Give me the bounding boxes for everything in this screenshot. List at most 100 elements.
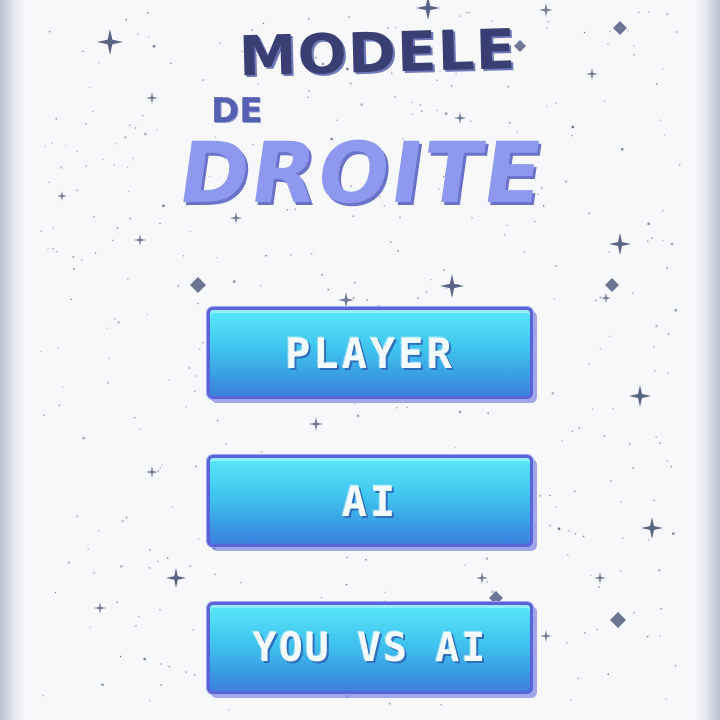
speck-star-icon	[564, 180, 568, 183]
speck-star-icon	[457, 284, 459, 286]
speck-star-icon	[307, 18, 310, 20]
speck-star-icon	[121, 519, 124, 523]
speck-star-icon	[65, 144, 67, 147]
speck-star-icon	[621, 537, 624, 539]
speck-star-icon	[89, 626, 91, 629]
speck-star-icon	[107, 381, 110, 385]
speck-star-icon	[265, 255, 267, 257]
speck-star-icon	[609, 335, 611, 337]
speck-star-icon	[162, 204, 165, 207]
speck-star-icon	[148, 567, 151, 569]
sparkle-star-icon	[134, 234, 146, 246]
you-vs-ai-mode-button[interactable]: YOU VS AI	[207, 602, 533, 694]
sparkle-star-icon	[641, 517, 663, 539]
sparkle-star-icon	[609, 233, 631, 255]
speck-star-icon	[406, 406, 408, 408]
speck-star-icon	[194, 390, 196, 392]
speck-star-icon	[551, 392, 555, 395]
speck-star-icon	[445, 287, 447, 289]
speck-star-icon	[185, 671, 187, 673]
speck-star-icon	[487, 412, 489, 414]
speck-star-icon	[120, 565, 123, 568]
speck-star-icon	[607, 673, 609, 675]
player-mode-button[interactable]: PLAYER	[207, 307, 533, 399]
speck-star-icon	[425, 291, 428, 293]
speck-star-icon	[666, 267, 668, 269]
speck-star-icon	[655, 436, 657, 438]
sparkle-star-icon	[338, 292, 354, 308]
speck-star-icon	[132, 157, 134, 159]
sparkle-star-icon	[440, 274, 464, 298]
speck-star-icon	[117, 321, 120, 324]
speck-star-icon	[653, 499, 655, 502]
speck-star-icon	[345, 300, 348, 302]
speck-star-icon	[662, 209, 664, 212]
speck-star-icon	[659, 442, 661, 444]
speck-star-icon	[135, 625, 137, 627]
speck-star-icon	[468, 12, 470, 14]
speck-star-icon	[195, 465, 197, 468]
speck-star-icon	[119, 655, 122, 658]
diamond-star-icon	[613, 21, 627, 35]
speck-star-icon	[411, 113, 414, 116]
sparkle-star-icon	[629, 385, 651, 407]
speck-star-icon	[52, 226, 54, 229]
speck-star-icon	[547, 21, 550, 23]
sparkle-star-icon	[57, 191, 67, 201]
speck-star-icon	[546, 105, 548, 108]
speck-star-icon	[137, 33, 139, 35]
speck-star-icon	[648, 11, 650, 13]
speck-star-icon	[383, 591, 386, 593]
speck-star-icon	[663, 134, 666, 136]
speck-star-icon	[152, 45, 156, 48]
speck-star-icon	[138, 615, 140, 618]
speck-star-icon	[147, 12, 149, 14]
speck-star-icon	[321, 274, 323, 276]
speck-star-icon	[81, 259, 83, 261]
speck-star-icon	[670, 242, 674, 246]
speck-star-icon	[290, 254, 292, 256]
speck-star-icon	[571, 134, 573, 137]
sparkle-star-icon	[601, 293, 611, 303]
ai-mode-button[interactable]: AI	[207, 455, 533, 547]
speck-star-icon	[658, 569, 661, 572]
speck-star-icon	[159, 467, 161, 469]
speck-star-icon	[54, 591, 57, 594]
sparkle-star-icon	[540, 630, 552, 642]
speck-star-icon	[660, 608, 662, 610]
speck-star-icon	[114, 318, 116, 320]
speck-star-icon	[55, 118, 57, 120]
speck-star-icon	[485, 557, 489, 560]
speck-star-icon	[189, 230, 191, 233]
speck-star-icon	[198, 538, 200, 540]
speck-star-icon	[655, 324, 658, 328]
speck-star-icon	[679, 164, 681, 166]
sparkle-star-icon	[539, 3, 553, 17]
speck-star-icon	[662, 68, 664, 70]
speck-star-icon	[70, 298, 72, 300]
speck-star-icon	[160, 684, 162, 686]
sparkle-star-icon	[94, 602, 106, 614]
speck-star-icon	[43, 414, 45, 416]
speck-star-icon	[396, 407, 398, 409]
speck-star-icon	[637, 11, 640, 14]
speck-star-icon	[72, 256, 74, 258]
speck-star-icon	[633, 612, 635, 614]
speck-star-icon	[465, 12, 468, 14]
speck-star-icon	[101, 158, 104, 160]
speck-star-icon	[345, 583, 348, 586]
speck-star-icon	[648, 539, 650, 541]
speck-star-icon	[633, 54, 635, 56]
sparkle-star-icon	[146, 466, 158, 478]
speck-star-icon	[571, 430, 574, 432]
speck-star-icon	[436, 109, 438, 112]
speck-star-icon	[666, 460, 668, 462]
speck-star-icon	[627, 30, 629, 32]
speck-star-icon	[458, 15, 461, 17]
speck-star-icon	[233, 280, 236, 283]
speck-star-icon	[397, 250, 399, 252]
speck-star-icon	[557, 527, 561, 530]
speck-star-icon	[346, 556, 349, 559]
speck-star-icon	[260, 451, 263, 453]
speck-star-icon	[113, 164, 115, 166]
